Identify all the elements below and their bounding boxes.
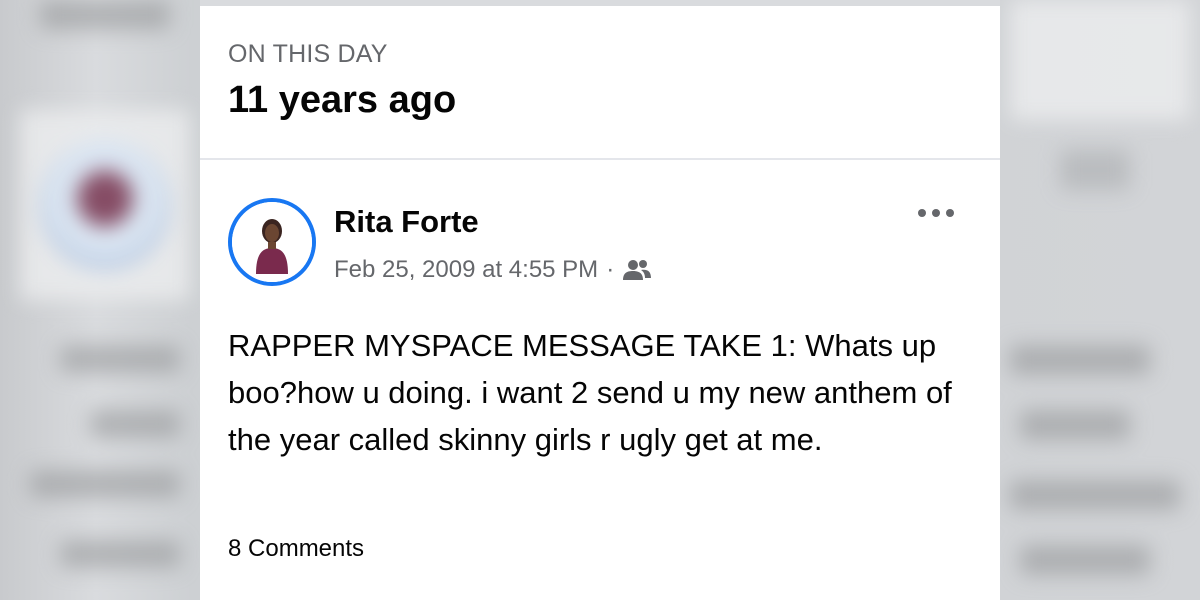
- avatar[interactable]: [228, 198, 316, 286]
- screenshot-stage: ON THIS DAY 11 years ago Rita Forte Feb …: [0, 0, 1200, 600]
- post-meta: Feb 25, 2009 at 4:55 PM ·: [334, 256, 652, 284]
- blurred-background-left: [0, 0, 200, 600]
- more-options-button[interactable]: [914, 198, 958, 228]
- memory-header: ON THIS DAY 11 years ago: [228, 40, 456, 122]
- comments-link[interactable]: 8 Comments: [228, 535, 364, 563]
- avatar-photo: [232, 202, 312, 282]
- divider: [200, 158, 1000, 160]
- post-timestamp[interactable]: Feb 25, 2009 at 4:55 PM: [334, 256, 598, 284]
- memory-post-card: ON THIS DAY 11 years ago Rita Forte Feb …: [200, 0, 1000, 600]
- post-header: Rita Forte Feb 25, 2009 at 4:55 PM ·: [228, 198, 988, 298]
- post-body: RAPPER MYSPACE MESSAGE TAKE 1: Whats up …: [228, 328, 952, 457]
- blurred-background-right: [1000, 0, 1200, 600]
- more-options-icon: [918, 209, 954, 217]
- card-top-bar: [200, 0, 1000, 6]
- author-name[interactable]: Rita Forte: [334, 204, 479, 240]
- memory-eyebrow: ON THIS DAY: [228, 40, 388, 68]
- memory-headline: 11 years ago: [228, 79, 457, 121]
- meta-separator: ·: [606, 256, 615, 283]
- friends-icon[interactable]: [622, 258, 652, 282]
